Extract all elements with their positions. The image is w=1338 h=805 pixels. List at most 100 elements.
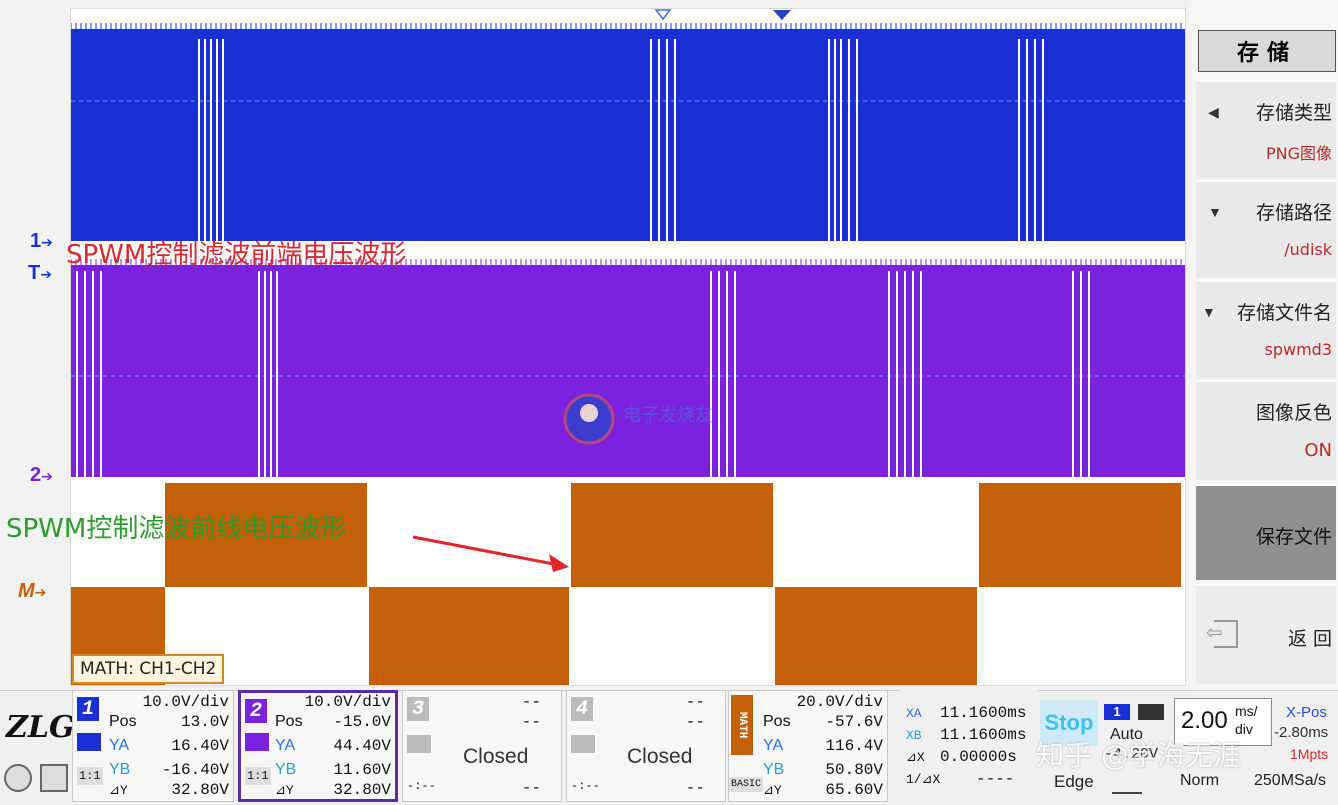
math-yb: 50.80V: [825, 761, 883, 779]
ch1-pos: 13.0V: [180, 713, 229, 731]
math-pos: -57.6V: [825, 713, 883, 731]
menu-item-storage-path[interactable]: ▼ 存储路径 /udisk: [1196, 180, 1336, 278]
dc-coupling-icon: [245, 733, 269, 751]
down-arrow-icon: ▼: [1202, 304, 1216, 320]
ch3-dash-1: --: [521, 693, 541, 711]
down-arrow-icon: ▼: [1208, 204, 1222, 220]
menu-item-label: 图像反色: [1255, 402, 1332, 424]
usb-icon[interactable]: [4, 764, 32, 792]
trigger-marker[interactable]: T➔: [28, 262, 52, 285]
zhihu-watermark: 知乎 @学海无涯: [1036, 739, 1241, 772]
ch2-yb-label: YB: [275, 761, 297, 778]
math-pulse-block: [571, 483, 773, 587]
ch1-info-box[interactable]: 1 10.0V/div Pos 13.0V YA 16.40V YB -16.4…: [72, 690, 234, 802]
math-dy-label: ⊿Y: [763, 783, 782, 798]
menu-item-file-name[interactable]: ▼ 存储文件名 spwmd3: [1196, 280, 1336, 378]
watermark-center-text: 电子发烧友: [623, 405, 713, 426]
menu-item-storage-type[interactable]: ◀ 存储类型 PNG图像: [1196, 80, 1336, 178]
math-mode: BASIC: [729, 777, 764, 792]
menu-item-label: 存储路径: [1255, 202, 1332, 224]
logo-text: ZLG: [6, 710, 75, 745]
math-ya-label: YA: [763, 737, 784, 754]
timebase-position-marker: [773, 10, 791, 20]
cursor-xb-label: XB: [906, 728, 922, 743]
ch1-number-badge: 1: [77, 697, 99, 721]
math-marker[interactable]: M➔: [18, 580, 46, 603]
ch2-marker-label: 2: [30, 464, 42, 486]
ch2-yb: 11.60V: [333, 761, 391, 779]
ch1-marker-label: 1: [30, 230, 42, 252]
annotation-arrowhead: [549, 554, 569, 572]
ch1-ya-label: YA: [109, 737, 130, 754]
math-label: MATH: CH1-CH2: [72, 654, 225, 684]
ch3-number-badge: 3: [407, 697, 429, 721]
menu-item-label: 存储类型: [1255, 102, 1332, 124]
ch1-ya: 16.40V: [171, 737, 229, 755]
touch-icon[interactable]: [40, 764, 68, 792]
ch3-state: Closed: [463, 745, 529, 768]
ch2-div: 10.0V/div: [304, 693, 391, 711]
ch1-pos-label: Pos: [109, 713, 137, 730]
menu-title: 存储: [1198, 30, 1336, 72]
ch1-yb-label: YB: [109, 761, 131, 778]
save-file-button[interactable]: 保存文件: [1196, 484, 1336, 580]
math-pos-label: Pos: [763, 713, 791, 730]
math-pulse-block: [775, 587, 977, 685]
exit-arrow-icon: ⇦: [1206, 622, 1223, 644]
math-pulse-block: [979, 483, 1181, 587]
menu-item-value: ON: [1304, 440, 1332, 461]
waveform-display: 电子发烧友: [70, 8, 1186, 686]
ch1-div: 10.0V/div: [142, 693, 229, 711]
ch2-ratio: 1:1: [245, 767, 271, 785]
coupling-icon: [407, 735, 431, 753]
ch2-ya: 44.40V: [333, 737, 391, 755]
back-button[interactable]: ⇦ 返 回: [1196, 584, 1336, 684]
ground-arrow-icon: ➔: [34, 584, 47, 600]
trigger-type[interactable]: Edge: [1054, 772, 1094, 792]
ch2-number-badge: 2: [245, 699, 267, 723]
cursor-info-box[interactable]: XA 11.1600ms XB 11.1600ms ⊿X 0.00000s 1/…: [900, 690, 1038, 802]
menu-item-value: PNG图像: [1265, 144, 1332, 163]
ch1-marker[interactable]: 1➔: [30, 230, 53, 253]
cursor-xa: 11.1600ms: [940, 704, 1027, 722]
ch4-info-box[interactable]: 4 -- -- Closed -- -:--: [566, 690, 726, 802]
coupling-icon: [571, 735, 595, 753]
trigger-coupling-icon: [1138, 704, 1164, 720]
ch2-waveform: [71, 265, 1185, 477]
math-ya: 116.4V: [825, 737, 883, 755]
ch2-dy: 32.80V: [333, 781, 391, 799]
cursor-xa-label: XA: [906, 706, 922, 721]
xpos-label: X-Pos: [1286, 704, 1327, 721]
menu-item-invert-image[interactable]: 图像反色 ON: [1196, 380, 1336, 480]
left-arrow-icon: ◀: [1208, 104, 1219, 120]
ch3-dash-4: -:--: [407, 779, 436, 793]
ground-arrow-icon: ➔: [41, 234, 53, 250]
sample-rate: 250MSa/s: [1254, 772, 1327, 789]
ch2-pos-label: Pos: [275, 713, 303, 730]
trigger-source-badge[interactable]: 1: [1104, 704, 1130, 720]
ch3-dash-3: --: [521, 779, 541, 797]
rising-edge-icon: [1112, 778, 1142, 794]
acq-mode: Norm: [1180, 772, 1220, 789]
trigger-marker-label: T: [28, 262, 41, 284]
ch4-number-badge: 4: [571, 697, 593, 721]
ch1-dy-label: ⊿Y: [109, 783, 128, 798]
ch2-ya-label: YA: [275, 737, 296, 754]
math-info-box[interactable]: MATH 20.0V/div Pos -57.6V YA 116.4V YB 5…: [728, 690, 888, 802]
ch2-info-box[interactable]: 2 10.0V/div Pos -15.0V YA 44.40V YB 11.6…: [238, 690, 398, 802]
ch2-marker[interactable]: 2➔: [30, 464, 53, 487]
ch4-state: Closed: [627, 745, 693, 768]
math-yb-label: YB: [763, 761, 785, 778]
overlay-label-top: SPWM控制滤波前端电压波形: [66, 240, 407, 270]
annotation-arrow: [412, 535, 560, 567]
math-div: 20.0V/div: [796, 693, 883, 711]
cursor-dx-label: ⊿X: [906, 750, 925, 765]
ground-arrow-icon: ➔: [41, 468, 53, 484]
ch3-info-box[interactable]: 3 -- -- Closed -- -:--: [402, 690, 562, 802]
menu-item-label: 存储文件名: [1236, 302, 1332, 324]
math-dy: 65.60V: [825, 781, 883, 799]
ch2-dy-label: ⊿Y: [275, 783, 294, 798]
math-pulse-block: [369, 587, 569, 685]
menu-item-value: /udisk: [1284, 240, 1332, 259]
timebase-value: 2.00: [1181, 707, 1228, 734]
